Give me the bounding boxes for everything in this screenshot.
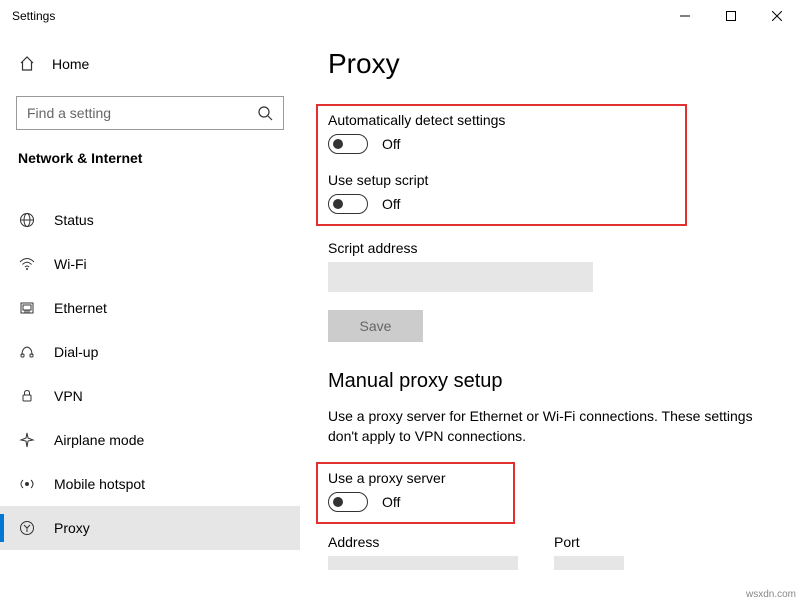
minimize-button[interactable] [662, 0, 708, 32]
page-title: Proxy [328, 48, 772, 80]
setting-script-address: Script address [328, 240, 772, 292]
port-label: Port [554, 534, 624, 550]
content: Proxy Automatically detect settings Off … [300, 32, 800, 602]
sidebar-item-ethernet[interactable]: Ethernet [0, 286, 300, 330]
sidebar-item-label: Airplane mode [54, 432, 144, 448]
sidebar-item-dialup[interactable]: Dial-up [0, 330, 300, 374]
sidebar-item-hotspot[interactable]: Mobile hotspot [0, 462, 300, 506]
wifi-icon [18, 255, 36, 273]
window-title: Settings [12, 9, 55, 23]
hotspot-icon [18, 475, 36, 493]
titlebar: Settings [0, 0, 800, 32]
script-address-input[interactable] [328, 262, 593, 292]
sidebar-item-airplane[interactable]: Airplane mode [0, 418, 300, 462]
dialup-icon [18, 343, 36, 361]
address-input[interactable] [328, 556, 518, 570]
category-header: Network & Internet [0, 146, 300, 180]
app-body: Home Find a setting Network & Internet S… [0, 32, 800, 602]
auto-detect-label: Automatically detect settings [328, 112, 505, 128]
use-proxy-label: Use a proxy server [328, 470, 445, 486]
auto-detect-state: Off [382, 136, 400, 152]
address-label: Address [328, 534, 518, 550]
sidebar-item-label: Status [54, 212, 94, 228]
sidebar-item-proxy[interactable]: Proxy [0, 506, 300, 550]
highlight-use-proxy: Use a proxy server Off [316, 462, 515, 524]
address-col: Address [328, 534, 518, 570]
use-proxy-toggle[interactable] [328, 492, 368, 512]
sidebar-item-label: Proxy [54, 520, 90, 536]
sidebar-item-status[interactable]: Status [0, 198, 300, 242]
window-controls [662, 0, 800, 32]
sidebar-item-label: VPN [54, 388, 83, 404]
setting-auto-detect: Automatically detect settings Off [328, 112, 505, 154]
sidebar-item-label: Wi-Fi [54, 256, 87, 272]
sidebar-item-label: Dial-up [54, 344, 98, 360]
sidebar-item-vpn[interactable]: VPN [0, 374, 300, 418]
save-button[interactable]: Save [328, 310, 423, 342]
home-icon [18, 55, 36, 73]
sidebar-item-label: Ethernet [54, 300, 107, 316]
search-placeholder: Find a setting [27, 105, 111, 121]
proxy-icon [18, 519, 36, 537]
auto-detect-toggle[interactable] [328, 134, 368, 154]
manual-proxy-description: Use a proxy server for Ethernet or Wi-Fi… [328, 407, 772, 446]
watermark: wsxdn.com [746, 589, 796, 600]
nav-home[interactable]: Home [0, 44, 300, 84]
globe-icon [18, 211, 36, 229]
airplane-icon [18, 431, 36, 449]
use-script-state: Off [382, 196, 400, 212]
sidebar: Home Find a setting Network & Internet S… [0, 32, 300, 602]
home-label: Home [52, 56, 89, 72]
address-port-row: Address Port [328, 534, 772, 570]
port-input[interactable] [554, 556, 624, 570]
ethernet-icon [18, 299, 36, 317]
close-button[interactable] [754, 0, 800, 32]
vpn-icon [18, 387, 36, 405]
port-col: Port [554, 534, 624, 570]
highlight-auto-section: Automatically detect settings Off Use se… [316, 104, 687, 226]
use-script-toggle[interactable] [328, 194, 368, 214]
setting-use-script: Use setup script Off [328, 172, 505, 214]
manual-proxy-header: Manual proxy setup [328, 370, 772, 393]
use-proxy-state: Off [382, 494, 400, 510]
search-input[interactable]: Find a setting [16, 96, 284, 130]
nav-list: Status Wi-Fi Ethernet Dial-up [0, 180, 300, 550]
search-icon [257, 105, 273, 121]
use-script-label: Use setup script [328, 172, 505, 188]
setting-use-proxy: Use a proxy server Off [328, 470, 445, 512]
script-address-label: Script address [328, 240, 772, 256]
sidebar-item-wifi[interactable]: Wi-Fi [0, 242, 300, 286]
maximize-button[interactable] [708, 0, 754, 32]
sidebar-item-label: Mobile hotspot [54, 476, 145, 492]
